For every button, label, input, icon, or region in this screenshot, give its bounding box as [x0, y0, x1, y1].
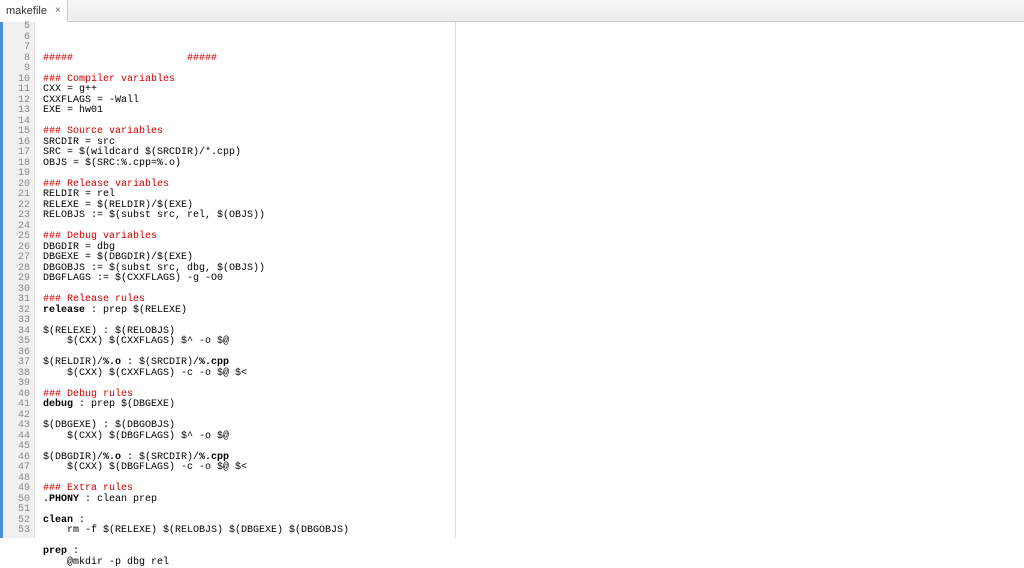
line-number: 7 [3, 43, 30, 54]
code-line[interactable] [43, 117, 1024, 128]
line-number: 13 [3, 106, 30, 117]
tab-label: makefile [6, 5, 47, 17]
code-line[interactable] [43, 537, 1024, 548]
line-number: 35 [3, 337, 30, 348]
code-line[interactable]: DBGFLAGS := $(CXXFLAGS) -g -O0 [43, 274, 1024, 285]
code-line[interactable] [43, 64, 1024, 75]
code-line[interactable] [43, 505, 1024, 516]
code-line[interactable]: CXX = g++ [43, 85, 1024, 96]
code-line[interactable]: CXXFLAGS = -Wall [43, 96, 1024, 107]
code-line[interactable]: OBJS = $(SRC:%.cpp=%.o) [43, 159, 1024, 170]
code-line[interactable]: EXE = hw01 [43, 106, 1024, 117]
line-number: 29 [3, 274, 30, 285]
line-number: 37 [3, 358, 30, 369]
code-line[interactable]: $(CXX) $(CXXFLAGS) $^ -o $@ [43, 337, 1024, 348]
line-number: 21 [3, 190, 30, 201]
code-line[interactable] [43, 411, 1024, 422]
tab-makefile[interactable]: makefile × [0, 0, 68, 22]
line-number: 47 [3, 463, 30, 474]
line-number: 43 [3, 421, 30, 432]
line-number: 45 [3, 442, 30, 453]
line-number: 9 [3, 64, 30, 75]
code-line[interactable] [43, 169, 1024, 180]
line-number: 49 [3, 484, 30, 495]
line-number: 33 [3, 316, 30, 327]
code-line[interactable]: ### Release rules [43, 295, 1024, 306]
line-number: 27 [3, 253, 30, 264]
code-line[interactable] [43, 222, 1024, 233]
line-number: 51 [3, 505, 30, 516]
code-line[interactable] [43, 285, 1024, 296]
code-line[interactable]: SRC = $(wildcard $(SRCDIR)/*.cpp) [43, 148, 1024, 159]
line-number: 15 [3, 127, 30, 138]
code-line[interactable] [43, 474, 1024, 485]
line-number: 11 [3, 85, 30, 96]
line-number: 23 [3, 211, 30, 222]
code-line[interactable]: ### Source variables [43, 127, 1024, 138]
code-line[interactable]: @mkdir -p dbg rel [43, 558, 1024, 568]
line-number: 41 [3, 400, 30, 411]
code-line[interactable]: release : prep $(RELEXE) [43, 306, 1024, 317]
code-line[interactable]: ### Debug rules [43, 390, 1024, 401]
code-area[interactable]: ##### ##### ### Compiler variablesCXX = … [35, 22, 1024, 538]
code-line[interactable] [43, 379, 1024, 390]
code-line[interactable]: debug : prep $(DBGEXE) [43, 400, 1024, 411]
code-line[interactable]: ### Release variables [43, 180, 1024, 191]
code-line[interactable]: prep : [43, 547, 1024, 558]
line-number: 53 [3, 526, 30, 537]
code-line[interactable]: rm -f $(RELEXE) $(RELOBJS) $(DBGEXE) $(D… [43, 526, 1024, 537]
code-line[interactable]: RELOBJS := $(subst src, rel, $(OBJS)) [43, 211, 1024, 222]
line-number: 31 [3, 295, 30, 306]
line-number-gutter: 5678910111213141516171819202122232425262… [3, 22, 35, 538]
code-line[interactable]: $(CXX) $(DBGFLAGS) -c -o $@ $< [43, 463, 1024, 474]
line-number: 39 [3, 379, 30, 390]
code-line[interactable]: ##### ##### [43, 54, 1024, 65]
code-line[interactable]: ### Extra rules [43, 484, 1024, 495]
code-line[interactable]: ### Debug variables [43, 232, 1024, 243]
code-line[interactable]: .PHONY : clean prep [43, 495, 1024, 506]
line-number: 17 [3, 148, 30, 159]
tab-bar: makefile × [0, 0, 1024, 22]
code-line[interactable]: ### Compiler variables [43, 75, 1024, 86]
line-number: 5 [3, 22, 30, 33]
code-line[interactable]: $(CXX) $(CXXFLAGS) -c -o $@ $< [43, 369, 1024, 380]
code-line[interactable] [43, 316, 1024, 327]
line-number: 25 [3, 232, 30, 243]
print-margin-line [455, 22, 456, 538]
close-icon[interactable]: × [55, 5, 61, 16]
line-number: 19 [3, 169, 30, 180]
editor-container: 5678910111213141516171819202122232425262… [0, 22, 1024, 538]
code-line[interactable]: $(CXX) $(DBGFLAGS) $^ -o $@ [43, 432, 1024, 443]
